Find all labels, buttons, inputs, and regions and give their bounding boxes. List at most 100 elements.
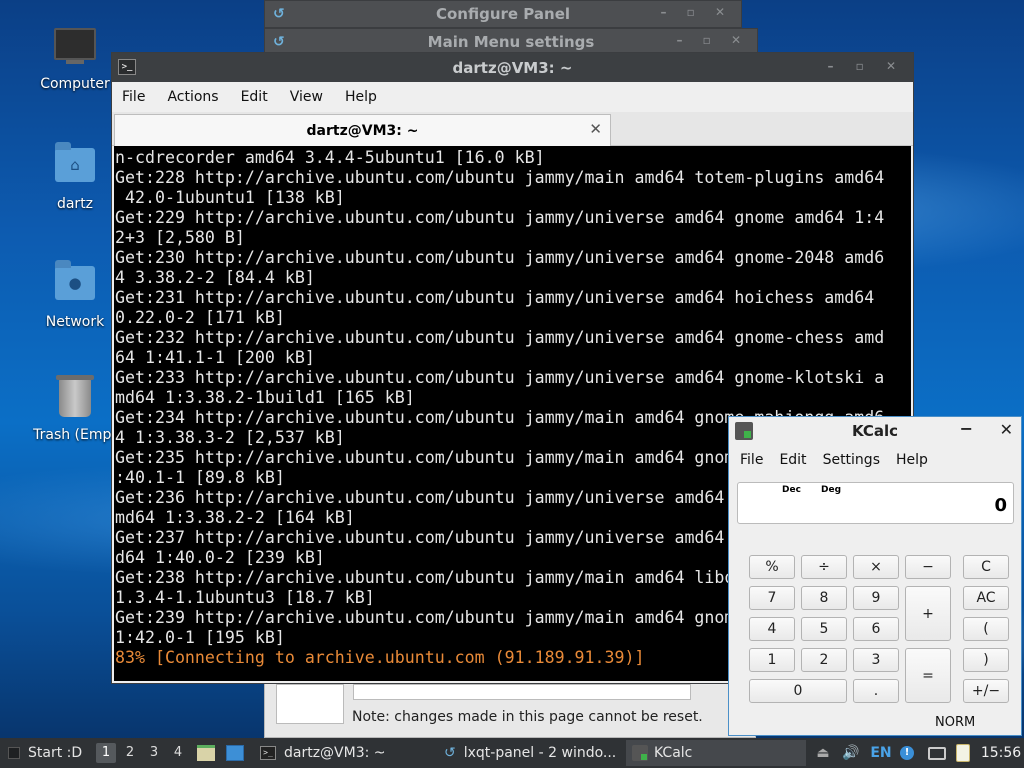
menu-help[interactable]: Help (896, 452, 928, 468)
kcalc-titlebar[interactable]: KCalc − ✕ (729, 417, 1021, 445)
close-paren-button[interactable]: ) (963, 648, 1009, 672)
base-indicator: Dec (782, 485, 801, 495)
desktop-icon-trash[interactable]: Trash (Empt (25, 375, 125, 443)
task-kcalc[interactable]: KCalc (626, 740, 806, 766)
minimize-button[interactable]: − (960, 419, 973, 438)
terminal-line: 4 3.38.2-2 [84.4 kB] (115, 268, 315, 287)
multiply-button[interactable]: × (853, 555, 899, 579)
terminal-line: n-cdrecorder amd64 3.4.4-5ubuntu1 [16.0 … (115, 148, 545, 167)
terminal-line: Get:228 http://archive.ubuntu.com/ubuntu… (115, 168, 885, 187)
desktop-icon-label: Trash (Empt (33, 427, 117, 443)
desktop-icon-network[interactable]: ● Network (25, 258, 125, 330)
configure-panel-titlebar[interactable]: ↺ Configure Panel – ▫ ✕ (264, 0, 742, 28)
decimal-button[interactable]: . (853, 679, 899, 703)
settings-note: Note: changes made in this page cannot b… (352, 709, 703, 725)
menu-file[interactable]: File (740, 452, 763, 468)
desktop-switch-4[interactable]: 4 (168, 743, 188, 763)
keyboard-layout-indicator[interactable]: EN (868, 738, 894, 768)
trash-icon (53, 375, 97, 423)
terminal-line: 0.22.0-2 [171 kB] (115, 308, 285, 327)
network-folder-icon: ● (53, 260, 97, 310)
menu-settings[interactable]: Settings (823, 452, 880, 468)
digit-6-button[interactable]: 6 (853, 617, 899, 641)
digit-0-button[interactable]: 0 (749, 679, 847, 703)
terminal-line: md64 1:3.38.2-1build1 [165 kB] (115, 388, 415, 407)
file-manager-icon (197, 745, 215, 761)
window-controls[interactable]: – ▫ ✕ (676, 33, 749, 47)
task-label: lxqt-panel - 2 windo... (463, 745, 617, 761)
window-controls[interactable]: – ▫ ✕ (660, 5, 733, 19)
desktop-switch-1[interactable]: 1 (96, 743, 116, 763)
home-folder-icon: ⌂ (53, 142, 97, 192)
open-paren-button[interactable]: ( (963, 617, 1009, 641)
volume-icon[interactable]: 🔊 (840, 738, 862, 768)
digit-3-button[interactable]: 3 (853, 648, 899, 672)
preview-box (276, 684, 344, 724)
clear-button[interactable]: C (963, 555, 1009, 579)
task-terminal[interactable]: >_ dartz@VM3: ~ (254, 740, 430, 766)
close-button[interactable]: ✕ (1000, 420, 1013, 439)
minus-button[interactable]: − (905, 555, 951, 579)
terminal-icon: >_ (260, 746, 276, 760)
settings-field[interactable] (353, 684, 691, 700)
network-icon[interactable] (926, 738, 948, 768)
window-title: dartz@VM3: ~ (452, 58, 573, 77)
window-title: KCalc (851, 422, 899, 440)
task-lxqt-panel[interactable]: ↺ lxqt-panel - 2 windo... (438, 740, 618, 766)
terminal-menubar: File Actions Edit View Help (112, 82, 913, 112)
digit-8-button[interactable]: 8 (801, 586, 847, 610)
desktop-switch-2[interactable]: 2 (120, 743, 140, 763)
settings-icon: ↺ (273, 6, 285, 22)
equals-button[interactable]: = (905, 648, 951, 703)
menu-help[interactable]: Help (345, 89, 377, 105)
taskbar: Start :D 1 2 3 4 >_ dartz@VM3: ~ ↺ lxqt-… (0, 738, 1024, 768)
divide-button[interactable]: ÷ (801, 555, 847, 579)
terminal-line: Get:231 http://archive.ubuntu.com/ubuntu… (115, 288, 875, 307)
terminal-titlebar[interactable]: >_ dartz@VM3: ~ – ▫ ✕ (112, 53, 913, 82)
info-icon[interactable]: ! (898, 738, 916, 768)
clipboard-icon[interactable] (954, 738, 972, 768)
desktop-switch-3[interactable]: 3 (144, 743, 164, 763)
start-menu-icon (8, 747, 20, 759)
digit-4-button[interactable]: 4 (749, 617, 795, 641)
terminal-line: Get:229 http://archive.ubuntu.com/ubuntu… (115, 208, 885, 227)
eject-icon[interactable]: ⏏ (814, 738, 832, 768)
desktop-icon-computer[interactable]: Computer (25, 22, 125, 92)
digit-1-button[interactable]: 1 (749, 648, 795, 672)
plus-minus-button[interactable]: +/− (963, 679, 1009, 703)
menu-edit[interactable]: Edit (241, 89, 268, 105)
start-button[interactable]: Start :D (8, 738, 82, 768)
digit-7-button[interactable]: 7 (749, 586, 795, 610)
terminal-icon: >_ (118, 59, 136, 75)
close-tab-icon[interactable]: ✕ (589, 120, 602, 138)
menu-actions[interactable]: Actions (167, 89, 218, 105)
desktop-icon-home[interactable]: ⌂ dartz (25, 140, 125, 212)
plus-button[interactable]: + (905, 586, 951, 641)
clock[interactable]: 15:56 (978, 738, 1024, 768)
kcalc-menubar: File Edit Settings Help (729, 445, 1021, 475)
angle-indicator: Deg (821, 485, 842, 495)
menu-edit[interactable]: Edit (779, 452, 806, 468)
kcalc-display[interactable]: Dec Deg 0 (737, 482, 1014, 524)
window-title: Main Menu settings (427, 33, 595, 51)
window-controls[interactable]: – ▫ ✕ (827, 59, 905, 73)
show-desktop-button[interactable] (224, 738, 246, 768)
desktop-icon-label: Network (45, 314, 105, 330)
all-clear-button[interactable]: AC (963, 586, 1009, 610)
display-value: 0 (994, 495, 1007, 516)
percent-button[interactable]: % (749, 555, 795, 579)
menu-file[interactable]: File (122, 89, 145, 105)
menu-view[interactable]: View (290, 89, 323, 105)
terminal-tab[interactable]: dartz@VM3: ~ ✕ (114, 114, 611, 146)
task-label: dartz@VM3: ~ (284, 745, 386, 761)
task-label: KCalc (654, 745, 693, 761)
digit-2-button[interactable]: 2 (801, 648, 847, 672)
computer-icon (53, 28, 97, 72)
terminal-line: Get:230 http://archive.ubuntu.com/ubuntu… (115, 248, 885, 267)
file-manager-launcher[interactable] (196, 738, 216, 768)
kcalc-window: KCalc − ✕ File Edit Settings Help Dec De… (728, 416, 1022, 736)
digit-9-button[interactable]: 9 (853, 586, 899, 610)
start-label: Start :D (28, 745, 83, 761)
digit-5-button[interactable]: 5 (801, 617, 847, 641)
status-mode: NORM (935, 715, 976, 730)
